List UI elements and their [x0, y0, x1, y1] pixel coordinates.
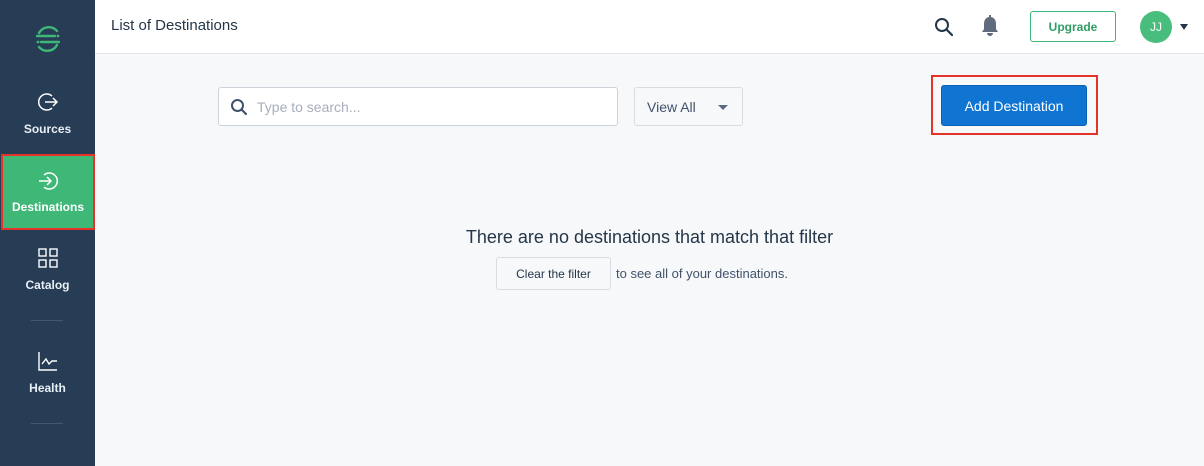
search-icon[interactable]: [934, 17, 954, 37]
sidebar-item-sources[interactable]: Sources: [0, 91, 95, 147]
add-destination-button[interactable]: Add Destination: [941, 85, 1087, 126]
view-filter-select[interactable]: View All: [634, 87, 743, 126]
upgrade-button[interactable]: Upgrade: [1030, 11, 1116, 42]
empty-state-line: Clear the filter to see all of your dest…: [496, 257, 788, 290]
avatar[interactable]: JJ: [1140, 11, 1172, 43]
bell-icon[interactable]: [980, 15, 1000, 37]
top-bar: List of Destinations Upgrade JJ: [95, 0, 1204, 54]
segment-logo-icon[interactable]: [0, 0, 95, 78]
clear-filter-button[interactable]: Clear the filter: [496, 257, 611, 290]
sidebar-item-health[interactable]: Health: [0, 350, 95, 406]
add-destination-highlight: Add Destination: [931, 75, 1098, 135]
sidebar-divider: [31, 423, 63, 424]
search-icon: [231, 99, 248, 116]
grid-icon: [37, 248, 58, 268]
app: Sources Destinations Catalog Health List…: [0, 0, 1204, 466]
empty-state-suffix: to see all of your destinations.: [616, 266, 788, 281]
sidebar-item-catalog[interactable]: Catalog: [0, 247, 95, 303]
sidebar-item-label: Sources: [23, 122, 72, 136]
search-input[interactable]: [257, 88, 607, 125]
page-title: List of Destinations: [111, 17, 238, 34]
arrow-out-circle-icon: [37, 93, 58, 111]
sidebar-item-label: Health: [29, 381, 66, 395]
arrow-in-circle-icon: [39, 172, 59, 190]
view-filter-value: View All: [647, 99, 696, 115]
empty-state-title: There are no destinations that match tha…: [465, 227, 834, 247]
sidebar-item-destinations[interactable]: Destinations: [1, 154, 95, 230]
sidebar: Sources Destinations Catalog Health: [0, 0, 95, 466]
sidebar-item-label: Destinations: [11, 200, 84, 214]
caret-down-icon: [718, 105, 728, 110]
chevron-down-icon[interactable]: [1180, 24, 1188, 30]
sidebar-item-label: Catalog: [25, 278, 70, 292]
sidebar-divider: [31, 320, 63, 321]
search-field[interactable]: [218, 87, 618, 126]
chart-line-icon: [37, 352, 57, 371]
